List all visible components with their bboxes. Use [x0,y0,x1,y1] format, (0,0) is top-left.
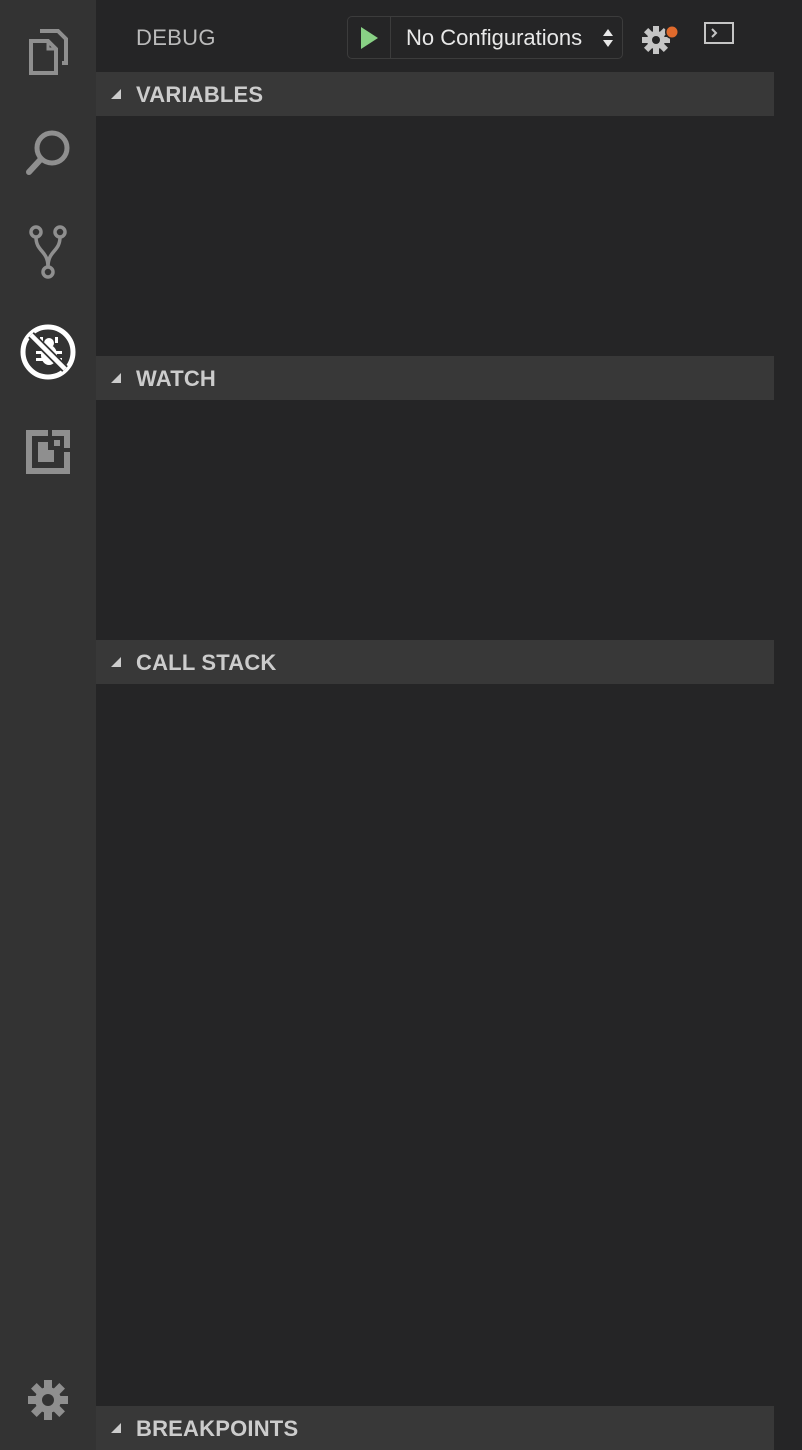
explorer-activity[interactable] [0,4,96,100]
select-arrows-icon [603,29,613,47]
notification-badge [666,26,678,38]
right-gutter [774,0,802,1450]
debug-title-bar: DEBUG No Configurations [96,0,774,72]
debug-activity[interactable] [0,304,96,400]
watch-section-title: WATCH [136,366,217,391]
gear-icon [642,25,679,54]
vscode-window: DEBUG No Configurations VARIABLES WATCH … [0,0,802,1450]
chevron-down-icon [111,657,121,667]
open-launch-json-button[interactable] [639,18,683,58]
call-stack-section-header[interactable]: CALL STACK [96,640,774,684]
configuration-select[interactable]: No Configurations [391,17,622,58]
breakpoints-section-header[interactable]: BREAKPOINTS [96,1406,774,1450]
watch-section-body [96,400,774,640]
chevron-down-icon [111,89,121,99]
extensions-icon [26,430,70,474]
start-debugging-button[interactable] [348,17,391,58]
breakpoints-section-title: BREAKPOINTS [136,1416,299,1441]
gear-icon [28,1380,68,1420]
variables-section-header[interactable]: VARIABLES [96,72,774,116]
chevron-down-icon [111,373,121,383]
call-stack-section-title: CALL STACK [136,650,277,675]
configuration-select-value: No Configurations [406,25,583,50]
search-icon [26,130,70,175]
debug-sidebar: DEBUG No Configurations VARIABLES WATCH … [96,0,774,1450]
source-control-activity[interactable] [0,204,96,300]
sidebar-title: DEBUG [136,25,216,50]
extensions-activity[interactable] [0,404,96,500]
debug-configuration-box: No Configurations [347,16,623,59]
search-activity[interactable] [0,104,96,200]
call-stack-section-body [96,684,774,1406]
debug-console-button[interactable] [704,22,740,54]
chevron-down-icon [111,1423,121,1433]
activity-bar [0,0,96,1450]
debug-icon [20,324,76,380]
variables-section-title: VARIABLES [136,82,264,107]
git-branch-icon [29,225,67,279]
files-icon [29,29,68,75]
terminal-icon [704,22,734,44]
manage-activity[interactable] [0,1352,96,1448]
variables-section-body [96,116,774,356]
play-icon [361,26,378,49]
watch-section-header[interactable]: WATCH [96,356,774,400]
